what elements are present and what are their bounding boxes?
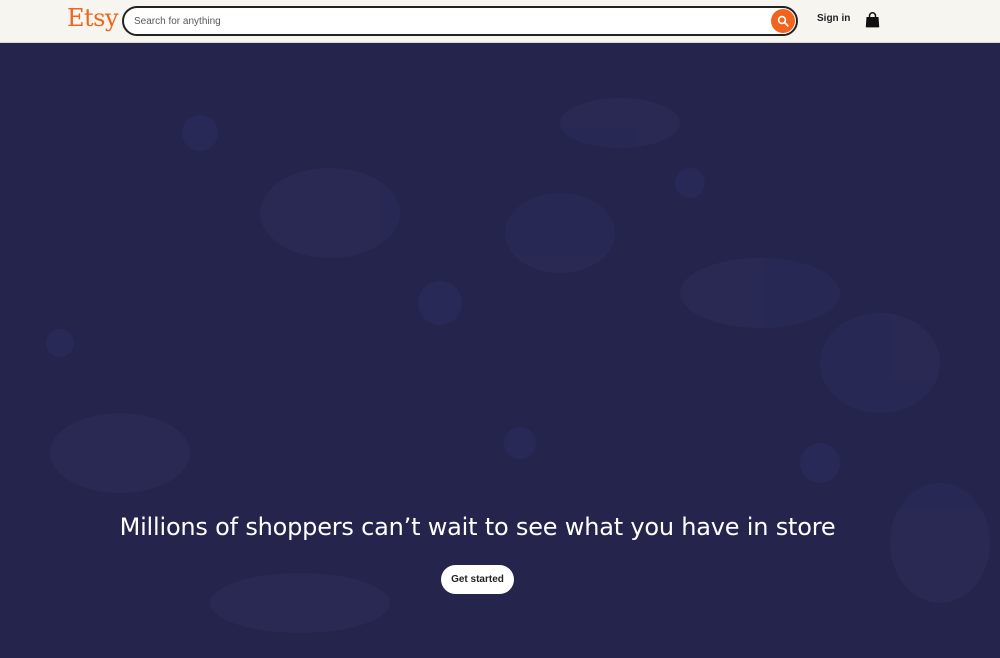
- hero-banner: Millions of shoppers can’t wait to see w…: [0, 43, 1000, 658]
- search-icon: [777, 15, 789, 27]
- shopping-bag-icon[interactable]: [865, 12, 880, 28]
- search-button[interactable]: [771, 9, 795, 33]
- search-bar[interactable]: [122, 6, 798, 36]
- site-header: Etsy Sign in: [0, 0, 1000, 43]
- search-input[interactable]: [134, 8, 754, 34]
- get-started-button[interactable]: Get started: [441, 565, 514, 594]
- hero-headline: Millions of shoppers can’t wait to see w…: [119, 513, 836, 541]
- sign-in-link[interactable]: Sign in: [817, 13, 850, 24]
- etsy-logo[interactable]: Etsy: [67, 4, 119, 32]
